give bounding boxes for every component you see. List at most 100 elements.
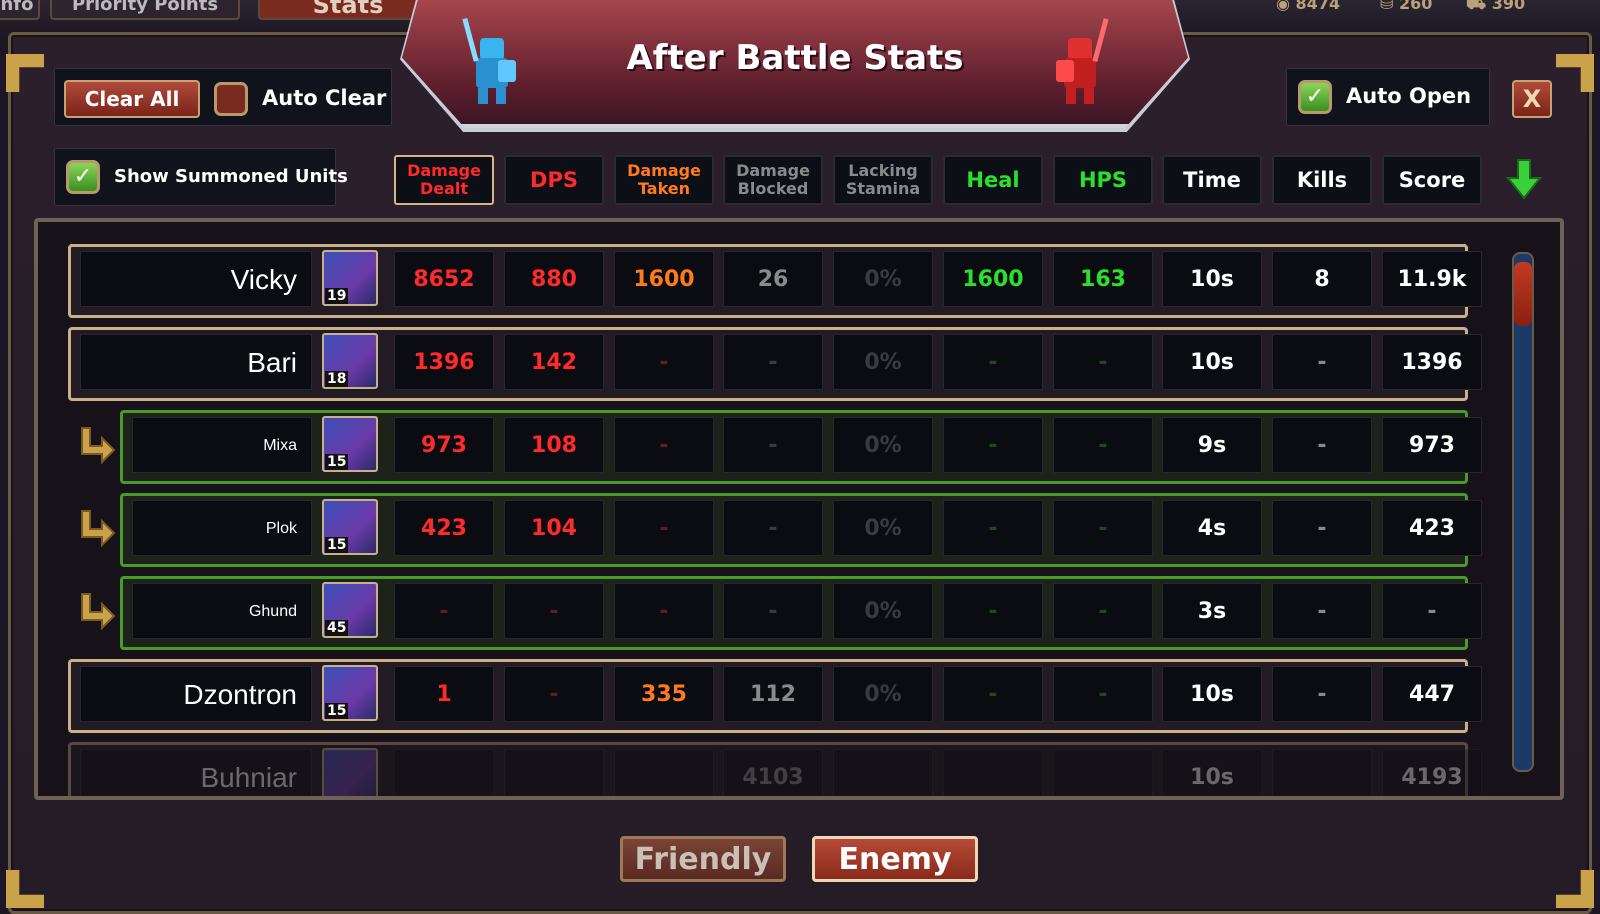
column-header-hps[interactable]: HPS xyxy=(1053,155,1153,205)
column-header-damage-taken[interactable]: Damage Taken xyxy=(614,155,714,205)
show-summoned-checkbox[interactable]: ✓ xyxy=(66,160,100,194)
stat-cell: - xyxy=(504,666,604,722)
column-header-label: Heal xyxy=(966,168,1020,192)
checkmark-icon: ✓ xyxy=(73,164,93,189)
stat-cell: 0% xyxy=(833,666,933,722)
checkmark-icon: ✓ xyxy=(1305,84,1325,109)
stat-cell: - xyxy=(614,583,714,639)
column-header-line1: Score xyxy=(1398,168,1466,192)
stat-cell: - xyxy=(723,417,823,473)
hud-tab-stats[interactable]: Stats xyxy=(258,0,438,20)
ore-icon: ⛁ xyxy=(1380,0,1394,13)
cargo-icon: ⛟ xyxy=(1466,0,1487,13)
stat-cell: - xyxy=(1272,500,1372,556)
unit-portrait-avatar[interactable]: 19 xyxy=(322,250,378,306)
stat-cell: 104 xyxy=(504,500,604,556)
stat-cell: - xyxy=(1053,666,1153,722)
stat-cell: 0% xyxy=(833,334,933,390)
stat-cell: 335 xyxy=(614,666,714,722)
column-header-line1: Damage xyxy=(736,161,810,180)
friendly-tab[interactable]: Friendly xyxy=(620,836,786,882)
page-title: After Battle Stats xyxy=(626,38,964,78)
column-header-label: Damage Blocked xyxy=(736,162,810,198)
unit-name: Buhniar xyxy=(80,749,312,796)
resource-cargo-value: 390 xyxy=(1491,0,1526,13)
stat-cell xyxy=(943,749,1043,796)
hud-tab-info[interactable]: nfo xyxy=(0,0,40,20)
column-header-label: Kills xyxy=(1297,170,1347,191)
summon-arrow-icon xyxy=(76,507,116,548)
column-header-score[interactable]: Score xyxy=(1382,155,1482,205)
stat-cell: 108 xyxy=(504,417,604,473)
stat-cell: 10s xyxy=(1162,334,1262,390)
column-header-label: Lacking Stamina xyxy=(846,162,920,198)
close-button[interactable]: X xyxy=(1512,80,1552,118)
stats-list[interactable]: Vicky 19 8652 880 1600 26 0% 1600 163 10s 8 11.9k Ba… xyxy=(34,218,1564,800)
column-header-line2: Dealt xyxy=(419,179,469,198)
clear-all-button[interactable]: Clear All xyxy=(64,80,200,118)
unit-portrait-avatar[interactable]: 15 xyxy=(322,665,378,721)
column-header-damage-blocked[interactable]: Damage Blocked xyxy=(723,155,823,205)
close-icon: X xyxy=(1522,85,1542,113)
stat-cell: 11.9k xyxy=(1382,251,1482,307)
stat-cell: - xyxy=(1053,583,1153,639)
stat-cell: 4103 xyxy=(723,749,823,796)
column-header-kills[interactable]: Kills xyxy=(1272,155,1372,205)
unit-level-badge: 15 xyxy=(325,703,349,719)
column-header-heal[interactable]: Heal xyxy=(943,155,1043,205)
column-header-line1: Damage xyxy=(627,161,701,180)
column-header-label: Damage Taken xyxy=(627,162,701,198)
column-header-damage-dealt[interactable]: Damage Dealt xyxy=(394,155,494,205)
stat-cell: 10s xyxy=(1162,749,1262,796)
stat-cell: 447 xyxy=(1382,666,1482,722)
stat-cell: 4s xyxy=(1162,500,1262,556)
scrollbar-thumb[interactable] xyxy=(1514,262,1532,326)
unit-name: Vicky xyxy=(80,251,312,307)
list-scrollbar[interactable] xyxy=(1512,252,1534,772)
column-header-dps[interactable]: DPS xyxy=(504,155,604,205)
stat-cell: 1396 xyxy=(394,334,494,390)
stat-cell: 142 xyxy=(504,334,604,390)
unit-portrait-avatar[interactable]: 15 xyxy=(322,499,378,555)
stat-cell: - xyxy=(943,666,1043,722)
auto-open-label: Auto Open xyxy=(1346,84,1472,108)
resource-ore-value: 260 xyxy=(1398,0,1433,13)
stat-cell: - xyxy=(943,334,1043,390)
hud-tab-priority-points[interactable]: Priority Points xyxy=(50,0,240,20)
stat-cell: 423 xyxy=(394,500,494,556)
stat-cell: 3s xyxy=(1162,583,1262,639)
stat-cell: - xyxy=(1053,500,1153,556)
stat-cell: 26 xyxy=(723,251,823,307)
unit-name: Ghund xyxy=(132,583,312,639)
stat-cell: - xyxy=(723,334,823,390)
enemy-tab[interactable]: Enemy xyxy=(812,836,978,882)
column-header-lacking-stamina[interactable]: Lacking Stamina xyxy=(833,155,933,205)
column-header-line2: Stamina xyxy=(845,179,921,198)
auto-open-checkbox[interactable]: ✓ xyxy=(1298,80,1332,114)
stat-cell: - xyxy=(723,500,823,556)
column-header-line2: Taken xyxy=(637,179,691,198)
unit-portrait-avatar[interactable]: 18 xyxy=(322,333,378,389)
column-header-label: HPS xyxy=(1079,170,1127,191)
unit-level-badge: 18 xyxy=(325,371,349,387)
column-header-line1: Damage xyxy=(407,161,481,180)
column-header-label: Time xyxy=(1183,170,1241,191)
column-header-time[interactable]: Time xyxy=(1162,155,1262,205)
column-header-label: Score xyxy=(1398,168,1466,192)
auto-clear-checkbox[interactable] xyxy=(214,82,248,116)
stat-cell: 973 xyxy=(1382,417,1482,473)
unit-name: Plok xyxy=(132,500,312,556)
stat-cell: - xyxy=(504,583,604,639)
stat-cell: 163 xyxy=(1053,251,1153,307)
unit-portrait-avatar[interactable] xyxy=(322,748,378,796)
column-header-line1: Lacking xyxy=(848,161,918,180)
unit-portrait-avatar[interactable]: 45 xyxy=(322,582,378,638)
stat-cell: 112 xyxy=(723,666,823,722)
resource-ore: ⛁ 260 xyxy=(1380,0,1460,20)
stat-cell: - xyxy=(943,417,1043,473)
sort-down-arrow-icon[interactable] xyxy=(1505,158,1543,200)
stat-cell: - xyxy=(1272,334,1372,390)
unit-portrait-avatar[interactable]: 15 xyxy=(322,416,378,472)
stat-cell: 0% xyxy=(833,251,933,307)
column-header-line1: Heal xyxy=(966,168,1020,192)
